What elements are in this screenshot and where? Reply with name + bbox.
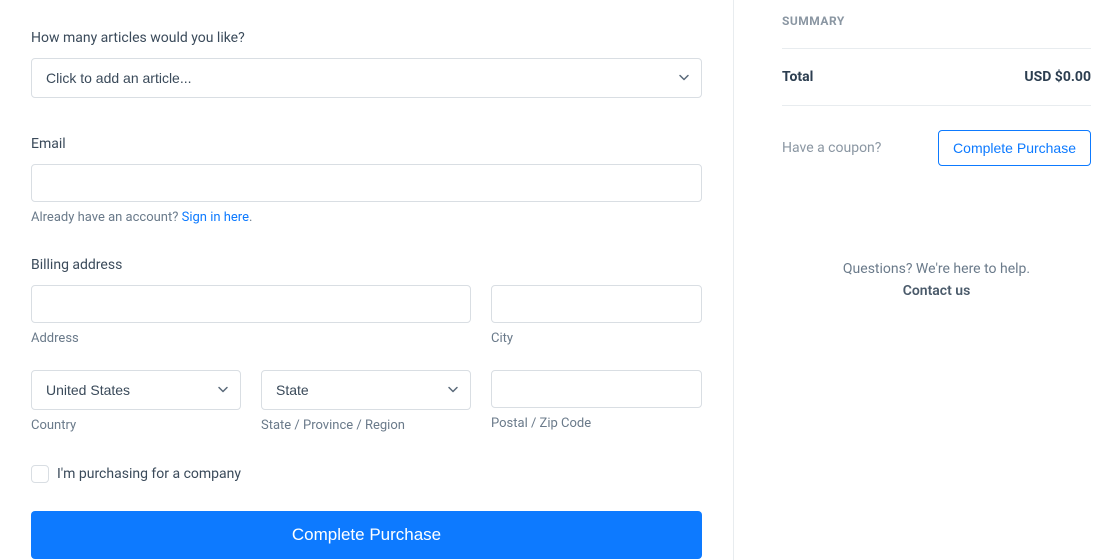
articles-select-wrapper: Click to add an article... [31, 58, 702, 98]
company-checkbox[interactable] [31, 465, 49, 483]
address-input[interactable] [31, 285, 471, 323]
postal-input[interactable] [491, 370, 702, 408]
email-label: Email [31, 136, 702, 152]
help-question: Questions? We're here to help. [782, 261, 1091, 277]
state-sublabel: State / Province / Region [261, 418, 471, 433]
articles-group: How many articles would you like? Click … [31, 30, 702, 98]
coupon-row: Have a coupon? Complete Purchase [782, 130, 1091, 166]
city-group: City [491, 285, 702, 346]
state-select-wrapper: State [261, 370, 471, 410]
help-footer: Questions? We're here to help. Contact u… [782, 261, 1091, 299]
billing-label: Billing address [31, 257, 702, 273]
total-label: Total [782, 69, 813, 85]
address-group: Address [31, 285, 471, 346]
email-group: Email Already have an account? Sign in h… [31, 136, 702, 225]
summary-total-row: Total USD $0.00 [782, 49, 1091, 106]
email-helper: Already have an account? Sign in here. [31, 210, 702, 225]
state-select[interactable]: State [261, 370, 471, 410]
address-sublabel: Address [31, 331, 471, 346]
summary-title: SUMMARY [782, 14, 1091, 49]
country-sublabel: Country [31, 418, 241, 433]
contact-us-link[interactable]: Contact us [782, 283, 1091, 299]
country-select[interactable]: United States [31, 370, 241, 410]
country-group: United States Country [31, 370, 241, 433]
sign-in-link[interactable]: Sign in here [182, 210, 249, 225]
complete-purchase-sidebar-button[interactable]: Complete Purchase [938, 130, 1091, 166]
state-group: State State / Province / Region [261, 370, 471, 433]
city-input[interactable] [491, 285, 702, 323]
country-select-wrapper: United States [31, 370, 241, 410]
billing-row-1: Address City [31, 285, 702, 346]
postal-group: Postal / Zip Code [491, 370, 702, 433]
checkout-form: How many articles would you like? Click … [0, 0, 733, 560]
complete-purchase-button[interactable]: Complete Purchase [31, 511, 702, 559]
company-checkbox-row: I'm purchasing for a company [31, 465, 702, 483]
total-value: USD $0.00 [1024, 69, 1091, 85]
postal-sublabel: Postal / Zip Code [491, 416, 702, 431]
email-helper-prefix: Already have an account? [31, 210, 182, 225]
summary-sidebar: SUMMARY Total USD $0.00 Have a coupon? C… [733, 0, 1109, 560]
coupon-link[interactable]: Have a coupon? [782, 140, 881, 156]
billing-row-2: United States Country State State / Prov… [31, 370, 702, 433]
articles-select[interactable]: Click to add an article... [31, 58, 702, 98]
city-sublabel: City [491, 331, 702, 346]
company-checkbox-label[interactable]: I'm purchasing for a company [57, 466, 241, 482]
email-helper-suffix: . [249, 210, 252, 225]
email-input[interactable] [31, 164, 702, 202]
articles-label: How many articles would you like? [31, 30, 702, 46]
